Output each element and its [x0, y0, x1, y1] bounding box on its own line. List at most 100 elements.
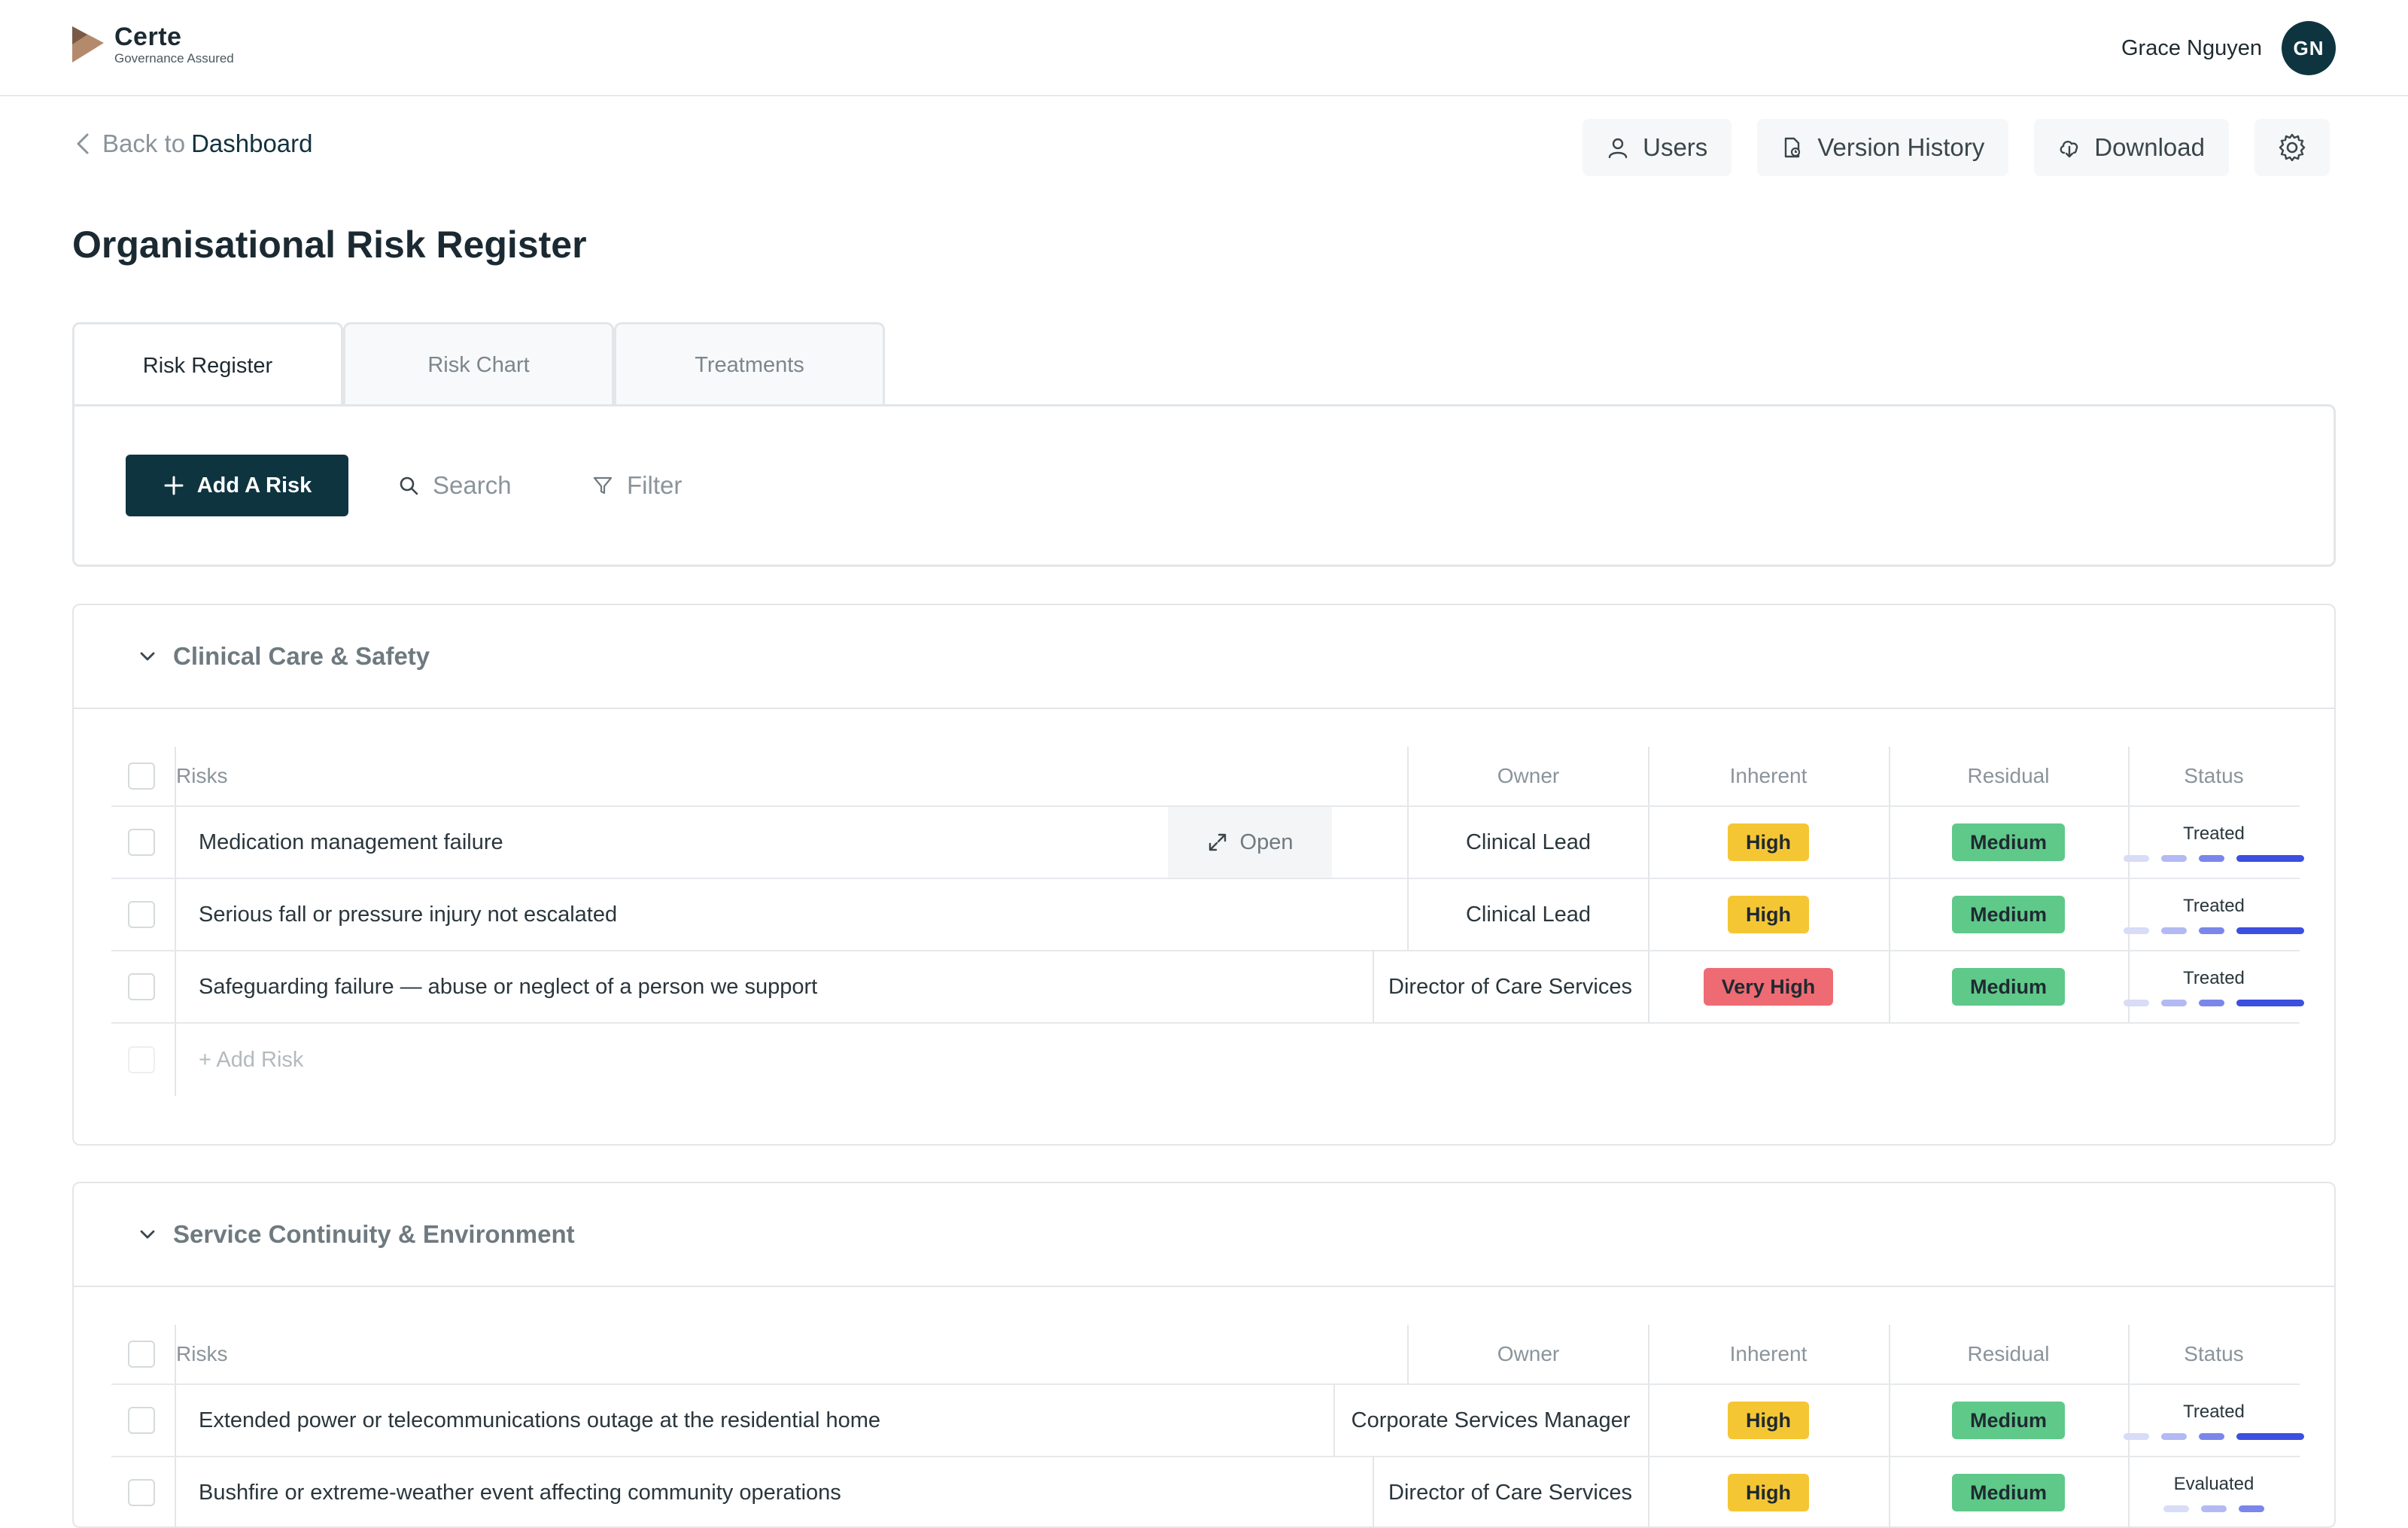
search-icon — [400, 476, 418, 495]
avatar[interactable]: GN — [2282, 21, 2336, 75]
page-title: Organisational Risk Register — [72, 224, 587, 266]
inherent-rating-badge: High — [1728, 1402, 1809, 1439]
file-history-icon — [1785, 137, 1801, 158]
status-label: Treated — [2183, 967, 2245, 988]
download-label: Download — [2094, 133, 2205, 161]
select-all-checkbox[interactable] — [128, 762, 155, 790]
filter-label: Filter — [627, 471, 683, 499]
table-header-row: Risks Owner Inherent Residual Status — [111, 747, 2300, 807]
inherent-column-header: Inherent — [1729, 764, 1808, 787]
section-header[interactable]: Clinical Care & Safety — [74, 605, 2334, 709]
chevron-left-icon — [77, 133, 89, 154]
expand-icon — [1209, 833, 1226, 851]
table-row[interactable]: Extended power or telecommunications out… — [111, 1385, 2304, 1457]
residual-rating-badge: Medium — [1951, 896, 2065, 933]
cloud-download-icon — [2060, 140, 2078, 158]
user-icon — [1608, 138, 1628, 159]
status-progress — [2118, 999, 2310, 1006]
row-checkbox[interactable] — [128, 829, 155, 856]
owner-column-header: Owner — [1497, 764, 1560, 787]
risk-name[interactable]: Safeguarding failure — abuse or neglect … — [199, 951, 817, 1022]
row-checkbox[interactable] — [128, 1407, 155, 1434]
add-row-checkbox — [128, 1046, 155, 1073]
risk-owner: Director of Care Services — [1388, 1480, 1632, 1505]
residual-rating-badge: Medium — [1951, 823, 2065, 861]
risk-table: Risks Owner Inherent Residual Status Ext… — [111, 1325, 2304, 1526]
table-row[interactable]: Safeguarding failure — abuse or neglect … — [111, 951, 2304, 1024]
open-risk-button[interactable]: Open — [1168, 807, 1332, 878]
status-label: Treated — [2183, 895, 2245, 916]
users-label: Users — [1643, 133, 1708, 161]
dashboard-link[interactable]: Dashboard — [191, 129, 312, 158]
section-title: Clinical Care & Safety — [173, 642, 430, 670]
tab-treatments[interactable]: Treatments — [614, 322, 885, 406]
tab-risk-register[interactable]: Risk Register — [72, 322, 343, 408]
back-to-dashboard-link[interactable]: Back to Dashboard — [74, 129, 313, 158]
users-button[interactable]: Users — [1583, 119, 1732, 176]
view-tabs: Risk Register Risk Chart Treatments — [72, 322, 885, 408]
inherent-rating-badge: High — [1728, 1474, 1809, 1511]
user-name: Grace Nguyen — [2121, 35, 2262, 60]
section-clinical-care-safety: Clinical Care & Safety Risks Owner Inher… — [72, 604, 2336, 1146]
status-progress — [2118, 854, 2310, 862]
add-risk-row[interactable]: + Add Risk — [111, 1024, 2300, 1096]
settings-button[interactable] — [2254, 119, 2330, 176]
filter-button[interactable]: Filter — [592, 455, 682, 516]
inherent-rating-badge: High — [1728, 823, 1809, 861]
section-title: Service Continuity & Environment — [173, 1220, 575, 1248]
add-risk-inline-button[interactable]: + Add Risk — [199, 1024, 303, 1096]
status-indicator: Treated — [2124, 879, 2304, 950]
user-menu[interactable]: Grace Nguyen GN — [2121, 21, 2336, 75]
risk-name[interactable]: Serious fall or pressure injury not esca… — [199, 879, 617, 950]
row-checkbox[interactable] — [128, 901, 155, 928]
residual-column-header: Residual — [1967, 1342, 2050, 1365]
risk-owner: Director of Care Services — [1388, 974, 1632, 999]
chevron-down-icon — [140, 1230, 155, 1239]
row-checkbox[interactable] — [128, 1479, 155, 1506]
risk-name[interactable]: Extended power or telecommunications out… — [199, 1385, 880, 1456]
table-header-row: Risks Owner Inherent Residual Status — [111, 1325, 2300, 1385]
risks-column-header: Risks — [176, 764, 228, 787]
app-tagline: Governance Assured — [114, 51, 234, 65]
risk-owner: Clinical Lead — [1465, 902, 1592, 927]
status-indicator: Treated — [2124, 951, 2304, 1022]
risk-owner: Corporate Services Manager — [1351, 1408, 1631, 1432]
status-progress — [2157, 1505, 2270, 1512]
residual-rating-badge: Medium — [1951, 968, 2065, 1006]
add-a-risk-button[interactable]: Add A Risk — [126, 455, 348, 516]
filter-icon — [593, 476, 613, 495]
search-placeholder: Search — [433, 471, 512, 499]
status-indicator: Evaluated — [2128, 1457, 2300, 1526]
page-actions: Users Version History Download — [1557, 119, 2330, 176]
brand[interactable]: Certe Governance Assured — [71, 23, 234, 66]
residual-rating-badge: Medium — [1951, 1474, 2065, 1511]
section-service-continuity-environment: Service Continuity & Environment Risks O… — [72, 1182, 2336, 1528]
owner-column-header: Owner — [1497, 1342, 1560, 1365]
risk-name[interactable]: Medication management failure — [199, 807, 503, 878]
version-history-button[interactable]: Version History — [1757, 119, 2009, 176]
residual-rating-badge: Medium — [1951, 1402, 2065, 1439]
section-header[interactable]: Service Continuity & Environment — [74, 1183, 2334, 1287]
select-all-checkbox[interactable] — [128, 1341, 155, 1368]
table-row[interactable]: Serious fall or pressure injury not esca… — [111, 879, 2304, 951]
risk-table: Risks Owner Inherent Residual Status Med… — [111, 747, 2304, 1096]
table-row[interactable]: Bushfire or extreme-weather event affect… — [111, 1457, 2300, 1526]
status-indicator: Treated — [2124, 1385, 2304, 1456]
status-label: Evaluated — [2173, 1473, 2254, 1494]
table-row[interactable]: Medication management failure Open Clini… — [111, 807, 2304, 879]
inherent-rating-badge: High — [1728, 896, 1809, 933]
status-indicator: Treated — [2124, 807, 2304, 878]
add-a-risk-label: Add A Risk — [196, 473, 312, 498]
plus-icon — [164, 476, 184, 495]
version-history-label: Version History — [1817, 133, 1985, 161]
download-button[interactable]: Download — [2034, 119, 2229, 176]
risk-name[interactable]: Bushfire or extreme-weather event affect… — [199, 1457, 841, 1526]
tab-risk-chart[interactable]: Risk Chart — [343, 322, 614, 406]
status-column-header: Status — [2184, 1342, 2244, 1365]
status-label: Treated — [2183, 1401, 2245, 1422]
row-checkbox[interactable] — [128, 973, 155, 1000]
chevron-down-icon — [140, 652, 155, 661]
risk-owner: Clinical Lead — [1465, 829, 1592, 854]
status-progress — [2118, 1432, 2310, 1440]
search-input[interactable]: Search — [398, 455, 512, 516]
